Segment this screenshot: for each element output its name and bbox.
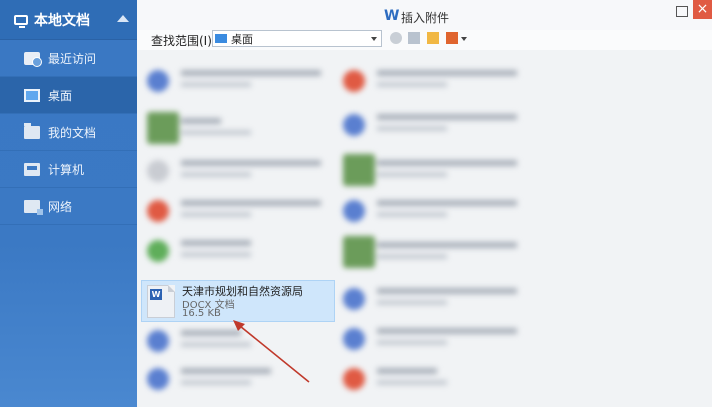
sidebar-item-desktop[interactable]: 桌面 [0,77,137,114]
sidebar-item-label: 计算机 [48,162,85,177]
sidebar-item-recent[interactable]: 最近访问 [0,40,137,77]
dialog-main: W 插入附件 × 查找范围(I): 桌面 W 天津市规划和自然资源局 DOCX … [137,0,712,407]
dialog-title: 插入附件 [401,11,450,25]
sidebar-item-my-documents[interactable]: 我的文档 [0,114,137,151]
chevron-down-icon [371,37,377,41]
sidebar-item-network[interactable]: 网络 [0,188,137,225]
scope-select[interactable]: 桌面 [212,30,382,47]
sidebar-item-label: 网络 [48,199,73,214]
back-button[interactable] [390,32,402,44]
network-icon [24,199,43,215]
new-folder-button[interactable] [427,32,439,44]
close-button[interactable]: × [693,0,712,19]
computer-icon [24,162,40,176]
up-folder-button[interactable] [408,32,420,44]
wps-logo-icon: W [384,8,400,24]
sidebar-title: 本地文档 [34,12,90,29]
sidebar-header[interactable]: 本地文档 [0,0,137,40]
sidebar: 本地文档 最近访问 桌面 我的文档 计算机 网络 [0,0,137,407]
folder-icon [24,122,40,139]
desktop-icon [215,34,227,43]
sidebar-item-label: 桌面 [48,88,73,103]
clock-icon [24,51,42,67]
view-menu-button[interactable] [446,32,458,44]
sidebar-item-label: 我的文档 [48,125,97,140]
sidebar-item-label: 最近访问 [48,51,97,66]
file-list[interactable]: W 天津市规划和自然资源局 DOCX 文档 16.5 KB [137,50,712,407]
chevron-down-icon[interactable] [461,37,467,41]
monitor-icon [14,14,28,28]
scope-value: 桌面 [231,32,253,46]
dialog-titlebar: W 插入附件 × [137,0,712,30]
sidebar-item-computer[interactable]: 计算机 [0,151,137,188]
maximize-button[interactable] [676,6,688,17]
desktop-icon [24,88,40,102]
collapse-caret-icon[interactable] [117,15,129,22]
location-toolbar: 查找范围(I): 桌面 [137,30,712,50]
annotation-arrow [233,320,310,383]
scope-label: 查找范围(I): [151,34,216,48]
